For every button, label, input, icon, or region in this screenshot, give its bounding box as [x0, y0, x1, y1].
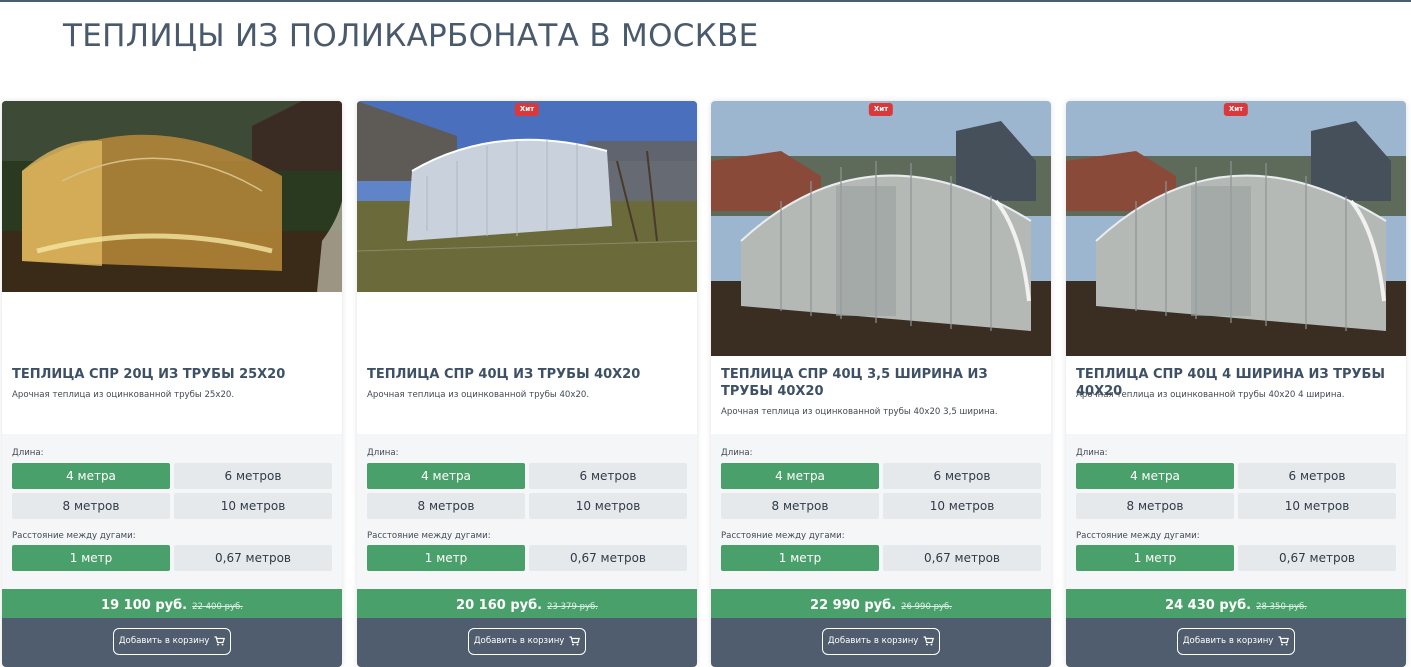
cart-icon [923, 635, 935, 645]
options-panel: Длина: 4 метра 6 метров 8 метров 10 метр… [357, 434, 697, 589]
arc-option-067m[interactable]: 0,67 метров [883, 545, 1041, 571]
arc-distance-label: Расстояние между дугами: [721, 531, 845, 541]
length-label: Длина: [1076, 448, 1108, 458]
product-title[interactable]: ТЕПЛИЦА СПР 40Ц ИЗ ТРУБЫ 40Х20 [367, 366, 689, 383]
hit-badge: Хит [868, 103, 894, 116]
length-option-6m[interactable]: 6 метров [883, 463, 1041, 489]
arc-distance-label: Расстояние между дугами: [1076, 531, 1200, 541]
cart-bar: Добавить в корзину [357, 618, 697, 667]
length-option-8m[interactable]: 8 метров [721, 493, 879, 519]
length-option-8m[interactable]: 8 метров [12, 493, 170, 519]
price-bar: 20 160 руб. 23 379 руб. [357, 589, 697, 618]
product-photo[interactable]: Хит [711, 101, 1051, 356]
length-option-8m[interactable]: 8 метров [1076, 493, 1234, 519]
product-card: Хит ТЕПЛИЦА СПР 40Ц ИЗ ТРУБЫ 40Х20 Арочн… [357, 101, 697, 667]
arc-option-067m[interactable]: 0,67 метров [174, 545, 332, 571]
arc-option-067m[interactable]: 0,67 метров [529, 545, 687, 571]
options-panel: Длина: 4 метра 6 метров 8 метров 10 метр… [1066, 434, 1406, 589]
arc-option-1m[interactable]: 1 метр [12, 545, 170, 571]
length-label: Длина: [12, 448, 44, 458]
arc-option-1m[interactable]: 1 метр [721, 545, 879, 571]
length-option-6m[interactable]: 6 метров [174, 463, 332, 489]
current-price: 20 160 руб. [456, 598, 543, 613]
length-label: Длина: [367, 448, 399, 458]
current-price: 19 100 руб. [101, 598, 188, 613]
length-option-10m[interactable]: 10 метров [883, 493, 1041, 519]
options-panel: Длина: 4 метра 6 метров 8 метров 10 метр… [711, 434, 1051, 589]
arc-option-1m[interactable]: 1 метр [1076, 545, 1234, 571]
old-price: 22 400 руб. [192, 602, 243, 612]
product-grid: ТЕПЛИЦА СПР 20Ц ИЗ ТРУБЫ 25Х20 Арочная т… [2, 101, 1411, 667]
product-description: Арочная теплица из оцинкованной трубы 25… [12, 390, 235, 400]
add-to-cart-label: Добавить в корзину [473, 636, 565, 646]
options-panel: Длина: 4 метра 6 метров 8 метров 10 метр… [2, 434, 342, 589]
add-to-cart-button[interactable]: Добавить в корзину [1177, 628, 1295, 655]
arc-option-1m[interactable]: 1 метр [367, 545, 525, 571]
add-to-cart-label: Добавить в корзину [1182, 636, 1274, 646]
add-to-cart-label: Добавить в корзину [827, 636, 919, 646]
length-option-10m[interactable]: 10 метров [1238, 493, 1396, 519]
old-price: 26 990 руб. [901, 602, 952, 612]
length-option-6m[interactable]: 6 метров [529, 463, 687, 489]
length-option-10m[interactable]: 10 метров [174, 493, 332, 519]
add-to-cart-label: Добавить в корзину [118, 636, 210, 646]
length-option-4m[interactable]: 4 метра [12, 463, 170, 489]
product-description: Арочная теплица из оцинкованной трубы 40… [721, 407, 998, 417]
product-card: ТЕПЛИЦА СПР 20Ц ИЗ ТРУБЫ 25Х20 Арочная т… [2, 101, 342, 667]
cart-bar: Добавить в корзину [1066, 618, 1406, 667]
cart-icon [1278, 635, 1290, 645]
arc-distance-label: Расстояние между дугами: [12, 531, 136, 541]
old-price: 28 350 руб. [1256, 602, 1307, 612]
product-photo[interactable] [2, 101, 342, 356]
cart-bar: Добавить в корзину [711, 618, 1051, 667]
old-price: 23 379 руб. [547, 602, 598, 612]
cart-icon [569, 635, 581, 645]
page-title: ТЕПЛИЦЫ ИЗ ПОЛИКАРБОНАТА В МОСКВЕ [63, 18, 759, 54]
product-description: Арочная теплица из оцинкованной трубы 40… [1076, 390, 1345, 400]
cart-bar: Добавить в корзину [2, 618, 342, 667]
current-price: 22 990 руб. [810, 598, 897, 613]
current-price: 24 430 руб. [1165, 598, 1252, 613]
length-option-10m[interactable]: 10 метров [529, 493, 687, 519]
price-bar: 24 430 руб. 28 350 руб. [1066, 589, 1406, 618]
length-label: Длина: [721, 448, 753, 458]
length-option-6m[interactable]: 6 метров [1238, 463, 1396, 489]
add-to-cart-button[interactable]: Добавить в корзину [113, 628, 231, 655]
add-to-cart-button[interactable]: Добавить в корзину [822, 628, 940, 655]
cart-icon [214, 635, 226, 645]
price-bar: 22 990 руб. 26 990 руб. [711, 589, 1051, 618]
product-card: Хит ТЕПЛИЦА СПР 40Ц 3,5 ШИРИНА ИЗ ТРУБЫ … [711, 101, 1051, 667]
length-option-8m[interactable]: 8 метров [367, 493, 525, 519]
length-option-4m[interactable]: 4 метра [721, 463, 879, 489]
product-title[interactable]: ТЕПЛИЦА СПР 40Ц 3,5 ШИРИНА ИЗ ТРУБЫ 40Х2… [721, 366, 1043, 400]
hit-badge: Хит [1223, 103, 1249, 116]
product-photo[interactable]: Хит [357, 101, 697, 356]
top-border-line [0, 0, 1411, 2]
hit-badge: Хит [514, 103, 540, 116]
product-photo[interactable]: Хит [1066, 101, 1406, 356]
product-card: Хит ТЕПЛИЦА СПР 40Ц 4 ШИРИНА ИЗ ТРУБЫ 40… [1066, 101, 1406, 667]
arc-option-067m[interactable]: 0,67 метров [1238, 545, 1396, 571]
length-option-4m[interactable]: 4 метра [1076, 463, 1234, 489]
product-description: Арочная теплица из оцинкованной трубы 40… [367, 390, 590, 400]
price-bar: 19 100 руб. 22 400 руб. [2, 589, 342, 618]
arc-distance-label: Расстояние между дугами: [367, 531, 491, 541]
length-option-4m[interactable]: 4 метра [367, 463, 525, 489]
add-to-cart-button[interactable]: Добавить в корзину [468, 628, 586, 655]
product-title[interactable]: ТЕПЛИЦА СПР 20Ц ИЗ ТРУБЫ 25Х20 [12, 366, 334, 383]
